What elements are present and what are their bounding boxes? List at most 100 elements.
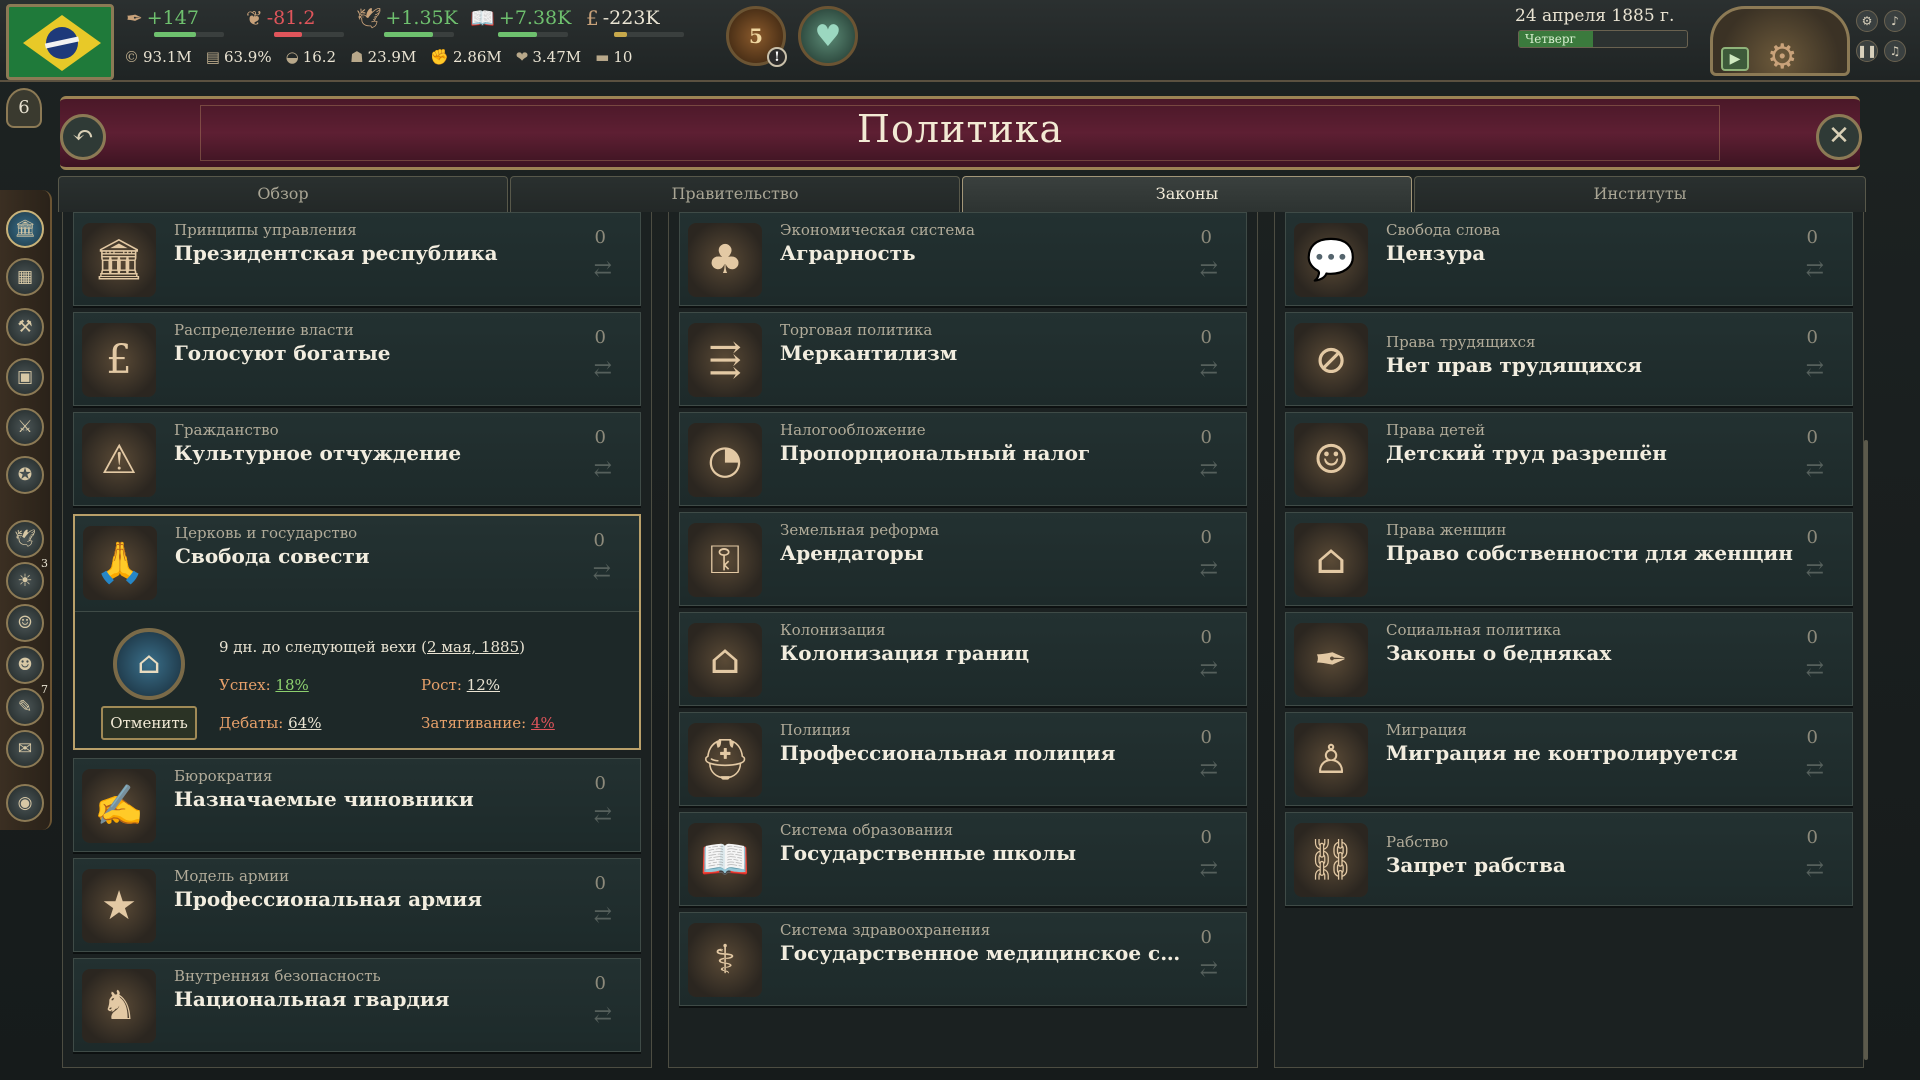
pause-icon[interactable]: ❚❚ xyxy=(1856,40,1878,62)
gdp-stat[interactable]: © 93.1M xyxy=(124,48,192,66)
treasury-resource[interactable]: £ -223K xyxy=(586,6,684,37)
law-card[interactable]: ✒ Социальная политика Законы о бедняках … xyxy=(1285,612,1853,706)
debate-value: 64% xyxy=(288,714,322,732)
tab-laws[interactable]: Законы xyxy=(962,176,1412,212)
laws-column-3: 💬 Свобода слова Цензура 0 ⇄ ⊘ Права труд… xyxy=(1274,212,1864,1068)
briefcase-icon: ✉ xyxy=(17,739,33,759)
sidebar-item-population[interactable]: ☻ xyxy=(6,646,44,684)
law-count: 0 xyxy=(1200,927,1212,948)
cancel-button[interactable]: Отменить xyxy=(101,706,197,740)
law-card[interactable]: ⌂ Права женщин Право собственности для ж… xyxy=(1285,512,1853,606)
weekday-label: Четверг xyxy=(1525,32,1576,46)
law-category: Внутренняя безопасность xyxy=(174,967,381,985)
influence-resource[interactable]: 🕊 +1.35K xyxy=(356,6,458,37)
world-icon: ◉ xyxy=(17,793,33,813)
institution-icon: 🏛 xyxy=(82,223,156,297)
sidebar-item-military[interactable]: ⚔ xyxy=(6,408,44,446)
law-card[interactable]: ⛓ Рабство Запрет рабства 0 ⇄ xyxy=(1285,812,1853,906)
innovation-resource[interactable]: 📖 +7.38K xyxy=(470,6,571,37)
country-flag[interactable] xyxy=(6,4,114,80)
law-name: Государственные школы xyxy=(780,841,1077,865)
law-card[interactable]: 📖 Система образования Государственные шк… xyxy=(679,812,1247,906)
law-card[interactable]: ⌂ Колонизация Колонизация границ 0 ⇄ xyxy=(679,612,1247,706)
law-card[interactable]: ★ Модель армии Профессиональная армия 0 … xyxy=(73,858,641,952)
sidebar-item-budget[interactable]: ▦ xyxy=(6,258,44,296)
law-card[interactable]: £ Распределение власти Голосуют богатые … xyxy=(73,312,641,406)
swap-icon: ⇄ xyxy=(593,457,612,482)
sidebar-item-influence[interactable]: 🕊 xyxy=(6,520,44,558)
law-card[interactable]: ⚕ Система здравоохранения Государственно… xyxy=(679,912,1247,1006)
sidebar-item-world[interactable]: ◉ xyxy=(6,784,44,822)
sidebar-item-briefcase[interactable]: ✉ xyxy=(6,730,44,768)
sidebar-item-production[interactable]: ⚒ xyxy=(6,308,44,346)
law-name: Запрет рабства xyxy=(1386,853,1566,877)
key-hand-icon: ⚿ xyxy=(688,523,762,597)
sidebar-item-journal[interactable]: ✎ 7 xyxy=(6,684,48,726)
authority-resource[interactable]: ✒ +147 xyxy=(126,6,224,37)
bureaucracy-resource[interactable]: ❦ -81.2 xyxy=(246,6,344,37)
swap-icon: ⇄ xyxy=(1805,357,1824,382)
law-category: Церковь и государство xyxy=(175,524,358,542)
law-card[interactable]: ♣ Экономическая система Аграрность 0 ⇄ xyxy=(679,212,1247,306)
radicals-stat[interactable]: ❤ 3.47M xyxy=(516,48,581,66)
sol-stat[interactable]: ◒ 16.2 xyxy=(286,48,337,66)
sidebar-item-politics[interactable]: 🏛 xyxy=(6,210,44,248)
loyalists-stat[interactable]: ✊ 2.86M xyxy=(430,48,501,66)
law-card[interactable]: ☺ Права детей Детский труд разрешён 0 ⇄ xyxy=(1285,412,1853,506)
soldiers-icon: ♞ xyxy=(82,969,156,1043)
journal-count: 5 xyxy=(749,24,763,48)
game-clock[interactable]: ▶ ⚙ xyxy=(1710,6,1850,77)
swap-icon: ⇄ xyxy=(1805,757,1824,782)
heart-button[interactable]: ♥ xyxy=(798,6,858,66)
sidebar-item-market[interactable]: ▣ xyxy=(6,358,44,396)
game-speed-bar[interactable]: Четверг xyxy=(1518,30,1688,48)
law-card[interactable]: ⊘ Права трудящихся Нет прав трудящихся 0… xyxy=(1285,312,1853,406)
law-category: Колонизация xyxy=(780,621,886,639)
law-card[interactable]: ⛑ Полиция Профессиональная полиция 0 ⇄ xyxy=(679,712,1247,806)
swap-icon: ⇄ xyxy=(593,803,612,828)
law-card[interactable]: ◔ Налогообложение Пропорциональный налог… xyxy=(679,412,1247,506)
literacy-icon: ▤ xyxy=(205,48,220,66)
milestone-date[interactable]: 2 мая, 1885 xyxy=(427,638,519,656)
law-card[interactable]: 🏛 Принципы управления Президентская респ… xyxy=(73,212,641,306)
tab-government[interactable]: Правительство xyxy=(510,176,960,212)
play-icon[interactable]: ▶ xyxy=(1721,47,1749,71)
law-card[interactable]: ⚠ Гражданство Культурное отчуждение 0 ⇄ xyxy=(73,412,641,506)
sidebar-item-tech[interactable]: ☀ 3 xyxy=(6,558,48,600)
close-icon: ✕ xyxy=(1828,121,1850,151)
tab-institutions[interactable]: Институты xyxy=(1414,176,1866,212)
law-card[interactable]: ⇶ Торговая политика Меркантилизм 0 ⇄ xyxy=(679,312,1247,406)
stall-stat: Затягивание: 4% xyxy=(421,714,555,732)
law-card[interactable]: ✍ Бюрократия Назначаемые чиновники 0 ⇄ xyxy=(73,758,641,852)
warning-icon: ! xyxy=(767,47,787,67)
law-card[interactable]: 💬 Свобода слова Цензура 0 ⇄ xyxy=(1285,212,1853,306)
tab-overview[interactable]: Обзор xyxy=(58,176,508,212)
literacy-stat[interactable]: ▤ 63.9% xyxy=(206,48,272,66)
law-name: Законы о бедняках xyxy=(1386,641,1612,665)
laws-column-2: ♣ Экономическая система Аграрность 0 ⇄ ⇶… xyxy=(668,212,1258,1068)
swap-icon: ⇄ xyxy=(593,903,612,928)
close-button[interactable]: ✕ xyxy=(1816,114,1862,160)
law-category: Система образования xyxy=(780,821,954,839)
law-card[interactable]: ⚿ Земельная реформа Арендаторы 0 ⇄ xyxy=(679,512,1247,606)
swap-icon: ⇄ xyxy=(593,357,612,382)
sidebar-item-diplomacy[interactable]: ✪ xyxy=(6,456,44,494)
journal-button[interactable]: 5 ! xyxy=(726,6,787,67)
music-icon[interactable]: ♪ xyxy=(1884,10,1906,32)
swap-icon: ⇄ xyxy=(1805,857,1824,882)
sound-icon[interactable]: ♫ xyxy=(1884,40,1906,62)
growth-value: 12% xyxy=(466,676,501,694)
back-button[interactable]: ↶ xyxy=(60,114,106,160)
pie-icon: ◔ xyxy=(688,423,762,497)
law-card-expanded[interactable]: 🙏 Церковь и государство Свобода совести … xyxy=(73,514,641,750)
army-stat[interactable]: ▬ 10 xyxy=(595,48,632,66)
population-stat[interactable]: ☗ 23.9M xyxy=(350,48,416,66)
law-card[interactable]: ♞ Внутренняя безопасность Национальная г… xyxy=(73,958,641,1052)
law-card[interactable]: ♙ Миграция Миграция не контролируется 0 … xyxy=(1285,712,1853,806)
culture-icon: ☺ xyxy=(17,613,33,633)
law-category: Налогообложение xyxy=(780,421,926,439)
tab-bar: Обзор Правительство Законы Институты xyxy=(58,176,1866,212)
sidebar-item-culture[interactable]: ☺ xyxy=(6,604,44,642)
scrollbar[interactable] xyxy=(1864,440,1868,1060)
settings-icon[interactable]: ⚙ xyxy=(1856,10,1878,32)
